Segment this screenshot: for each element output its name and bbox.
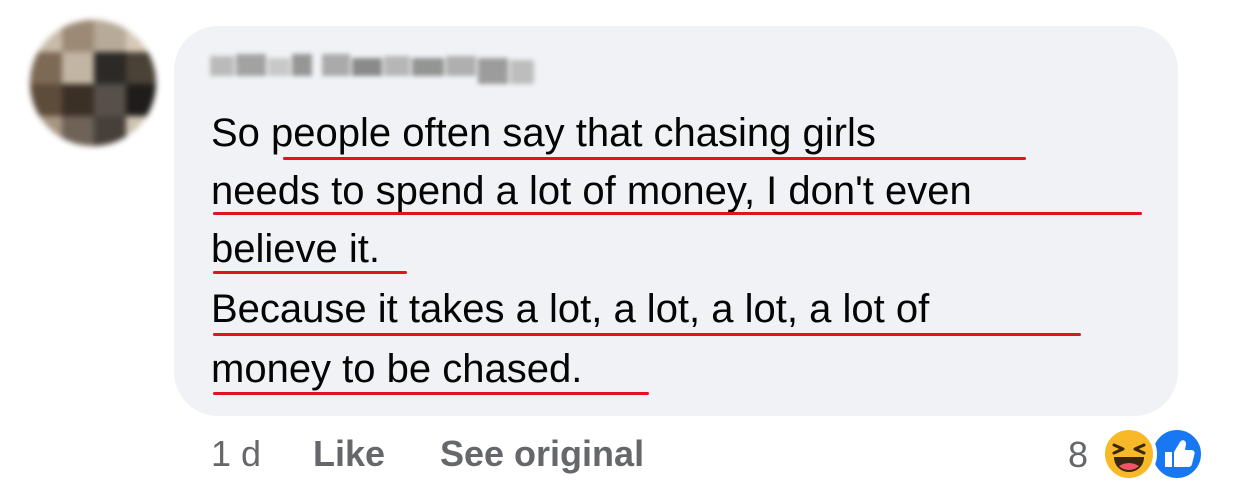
red-underline-3 bbox=[213, 271, 407, 274]
comment-actions: 1 d Like See original bbox=[0, 432, 1242, 482]
like-button[interactable]: Like bbox=[313, 432, 385, 476]
avatar[interactable] bbox=[30, 20, 156, 146]
red-underline-5 bbox=[213, 392, 649, 395]
haha-icon bbox=[1101, 426, 1157, 482]
comment-text-line-3: believe it. bbox=[211, 227, 380, 271]
author-name-redacted[interactable] bbox=[210, 48, 540, 90]
comment-text-line-2: needs to spend a lot of money, I don't e… bbox=[211, 169, 972, 213]
comment-text-line-5: money to be chased. bbox=[211, 347, 583, 391]
red-underline-1 bbox=[283, 157, 1026, 160]
red-underline-2 bbox=[213, 212, 1142, 215]
reaction-count: 8 bbox=[1068, 434, 1089, 475]
comment-text-line-4: Because it takes a lot, a lot, a lot, a … bbox=[211, 287, 930, 331]
timestamp[interactable]: 1 d bbox=[211, 432, 261, 476]
red-underline-4 bbox=[213, 333, 1081, 336]
comment-text-line-1: So people often say that chasing girls bbox=[211, 111, 876, 155]
see-original-button[interactable]: See original bbox=[440, 432, 644, 476]
